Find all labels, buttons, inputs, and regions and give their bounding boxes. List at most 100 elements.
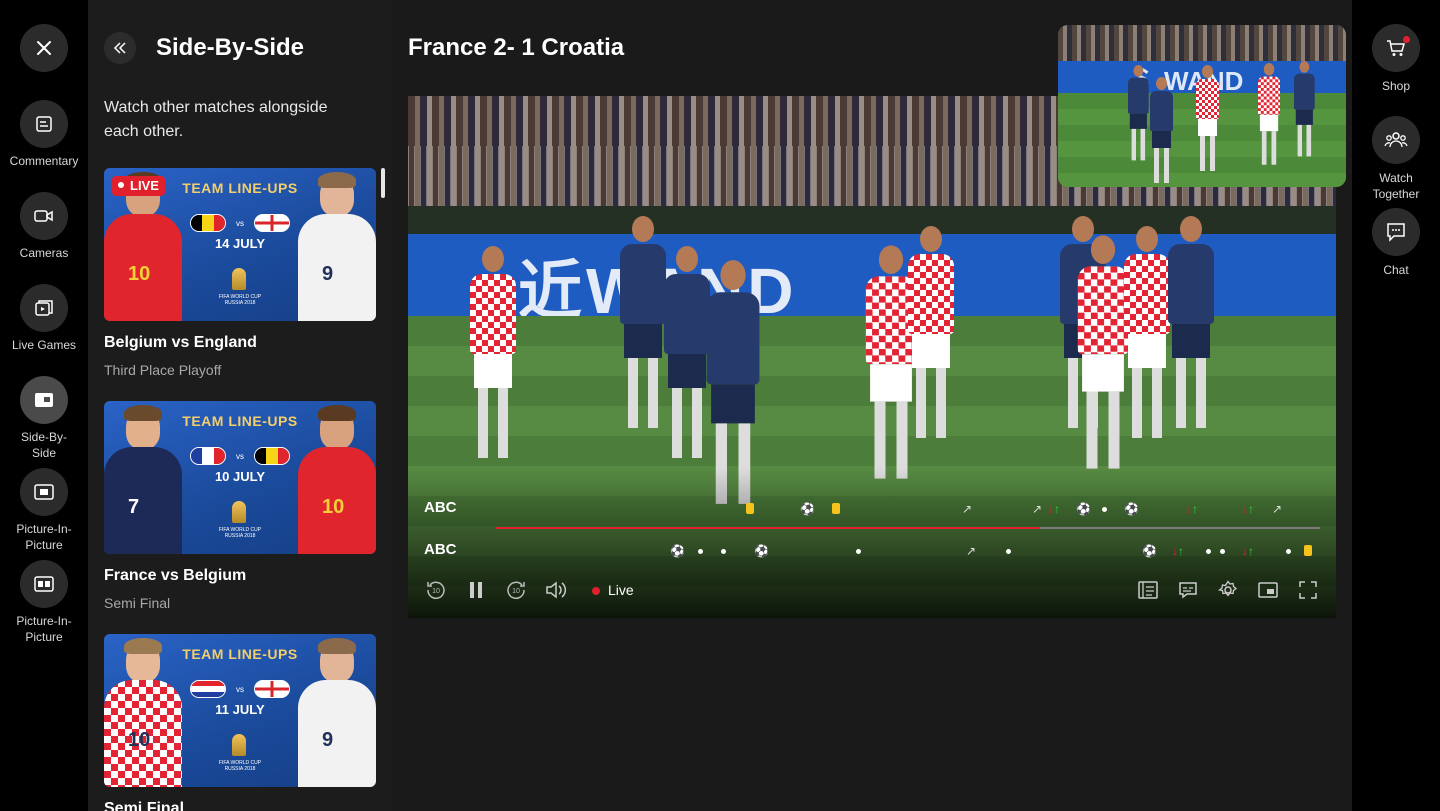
match-thumbnail: 10 9 TEAM LINE-UPS vs 14 JULY FIFA WORLD… xyxy=(104,168,376,321)
close-icon xyxy=(20,24,68,72)
rail-item-side-by-side[interactable]: Side-By-Side xyxy=(0,376,88,461)
rail-label-commentary: Commentary xyxy=(9,154,79,168)
substitution-icon[interactable]: ↓↑ xyxy=(1242,503,1254,515)
player-image-right: 9 xyxy=(298,168,376,321)
pause-button[interactable] xyxy=(456,570,496,610)
live-indicator[interactable]: Live xyxy=(592,582,634,598)
shot-icon[interactable]: ↗ xyxy=(966,545,976,557)
progress-bar[interactable] xyxy=(496,527,1320,529)
substitution-icon[interactable]: ↓↑ xyxy=(1242,545,1254,557)
event-marker[interactable] xyxy=(856,549,861,554)
rail-label-side-by-side: Side-By-Side xyxy=(20,430,67,460)
match-card-title: Semi Final xyxy=(104,800,185,811)
rail-label-picture-in-picture: Picture-In-Picture xyxy=(16,522,72,552)
right-rail: Shop Watch Together Chat xyxy=(1352,0,1440,811)
event-marker[interactable] xyxy=(1286,549,1291,554)
rail-item-live-games[interactable]: Live Games xyxy=(0,284,88,353)
player-image-left: 10 xyxy=(104,634,182,787)
shot-icon[interactable]: ↗ xyxy=(1032,503,1042,515)
england-flag-icon xyxy=(254,680,290,698)
rail-item-picture-in-picture-alt[interactable]: Picture-In-Picture xyxy=(0,560,88,645)
goal-ball-icon[interactable]: ⚽ xyxy=(800,503,815,515)
yellow-card-icon[interactable] xyxy=(1304,545,1312,556)
rail-item-cameras[interactable]: Cameras xyxy=(0,192,88,261)
stats-icon xyxy=(1138,581,1158,599)
rail-label-cameras: Cameras xyxy=(19,246,69,260)
match-date: 10 JULY xyxy=(214,469,266,484)
picture-in-picture-alt-icon xyxy=(20,560,68,608)
match-card-title: Belgium vs England xyxy=(104,334,257,351)
substitution-icon[interactable]: ↓↑ xyxy=(1186,503,1198,515)
shot-icon[interactable]: ↗ xyxy=(962,503,972,515)
event-marker[interactable] xyxy=(698,549,703,554)
watch-together-button[interactable]: Watch Together xyxy=(1352,116,1440,202)
event-marker[interactable] xyxy=(1206,549,1211,554)
france-flag-icon xyxy=(190,447,226,465)
svg-text:10: 10 xyxy=(512,588,520,595)
match-card-belgium-england[interactable]: 10 9 TEAM LINE-UPS vs 14 JULY FIFA WORLD… xyxy=(104,168,376,379)
volume-button[interactable] xyxy=(536,570,576,610)
belgium-flag-icon xyxy=(190,214,226,232)
rail-item-commentary[interactable]: Commentary xyxy=(0,100,88,169)
event-marker[interactable] xyxy=(1006,549,1011,554)
watch-together-label: Watch Together xyxy=(1372,171,1420,201)
commentary-icon xyxy=(20,100,68,148)
substitution-icon[interactable]: ↓↑ xyxy=(1048,503,1060,515)
match-card-title: France vs Belgium xyxy=(104,567,247,584)
panel-scrollbar[interactable] xyxy=(381,168,385,198)
yellow-card-icon[interactable] xyxy=(746,503,754,514)
match-date: 14 JULY xyxy=(214,236,266,251)
gear-icon xyxy=(1218,580,1238,597)
goal-ball-icon[interactable]: ⚽ xyxy=(670,545,685,557)
match-date: 11 JULY xyxy=(215,702,265,717)
match-card-croatia-england[interactable]: 10 9 TEAM LINE-UPS vs 11 JULY FIFA WORLD… xyxy=(104,634,376,811)
shot-icon[interactable]: ↗ xyxy=(1272,503,1282,515)
camera-icon xyxy=(20,192,68,240)
goal-ball-icon[interactable]: ⚽ xyxy=(1142,545,1157,557)
shop-button[interactable]: Shop xyxy=(1352,24,1440,94)
svg-text:10: 10 xyxy=(432,588,440,595)
cart-icon xyxy=(1372,24,1420,72)
goal-ball-icon[interactable]: ⚽ xyxy=(1076,503,1091,515)
world-cup-logo-icon xyxy=(232,501,246,523)
chat-button[interactable]: Chat xyxy=(1352,208,1440,278)
fullscreen-button[interactable] xyxy=(1288,570,1328,610)
side-by-side-panel: Side-By-Side Watch other matches alongsi… xyxy=(88,0,392,811)
world-cup-logo-icon xyxy=(232,734,246,756)
timeline-track-label: ABC xyxy=(424,541,457,558)
lineup-banner-text: TEAM LINE-UPS xyxy=(182,413,298,429)
group-icon xyxy=(1372,116,1420,164)
team-flags: vs xyxy=(190,212,290,234)
pause-icon xyxy=(470,582,482,598)
player-image-right: 9 xyxy=(298,634,376,787)
fullscreen-icon xyxy=(1299,581,1317,599)
picture-in-picture-button[interactable] xyxy=(1248,570,1288,610)
goal-ball-icon[interactable]: ⚽ xyxy=(1124,503,1139,515)
close-button[interactable] xyxy=(0,24,88,72)
notification-dot xyxy=(1403,36,1410,43)
yellow-card-icon[interactable] xyxy=(832,503,840,514)
settings-button[interactable] xyxy=(1208,570,1248,610)
collapse-panel-button[interactable] xyxy=(104,32,136,64)
event-marker[interactable] xyxy=(721,549,726,554)
picture-in-picture-icon xyxy=(20,468,68,516)
double-chevron-left-icon xyxy=(113,42,126,54)
subtitles-button[interactable] xyxy=(1168,570,1208,610)
substitution-icon[interactable]: ↓↑ xyxy=(1172,545,1184,557)
event-marker[interactable] xyxy=(1220,549,1225,554)
player-image-right: 10 xyxy=(298,401,376,554)
stats-button[interactable] xyxy=(1128,570,1168,610)
forward-10-button[interactable]: 10 xyxy=(496,570,536,610)
main-viewer: France 2- 1 Croatia 近WAND ABC ABC ⚽↗↗↓↑⚽… xyxy=(392,0,1352,811)
england-flag-icon xyxy=(254,214,290,232)
progress-bar-fill xyxy=(496,527,1040,529)
side-by-side-icon xyxy=(20,376,68,424)
panel-title: Side-By-Side xyxy=(156,34,305,61)
picture-in-picture-window[interactable]: 氵WAND xyxy=(1058,25,1346,187)
event-marker[interactable] xyxy=(1102,507,1107,512)
match-card-france-belgium[interactable]: 7 10 TEAM LINE-UPS vs 10 JULY FIFA WORLD… xyxy=(104,401,376,612)
rewind-10-button[interactable]: 10 xyxy=(416,570,456,610)
rail-item-picture-in-picture[interactable]: Picture-In-Picture xyxy=(0,468,88,553)
lineup-banner-text: TEAM LINE-UPS xyxy=(182,180,298,196)
goal-ball-icon[interactable]: ⚽ xyxy=(754,545,769,557)
